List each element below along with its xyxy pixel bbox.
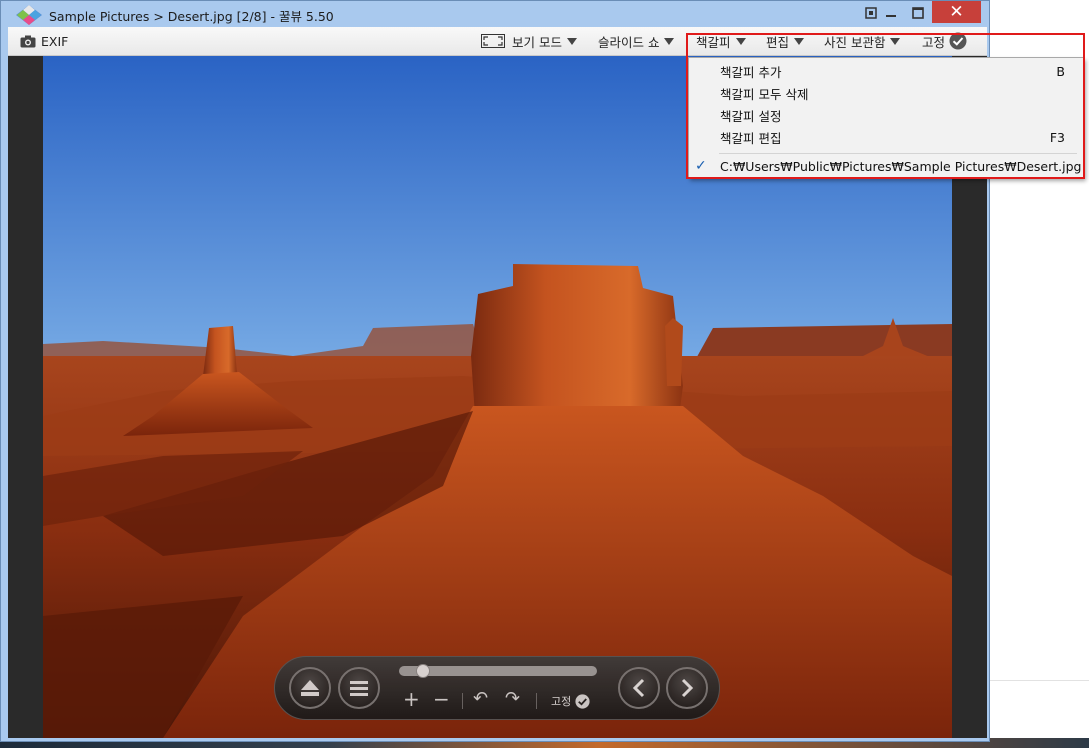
view-mode-menu[interactable]: 보기 모드: [481, 27, 577, 55]
chevron-down-icon: [566, 37, 577, 45]
eject-button[interactable]: [289, 667, 331, 709]
eject-icon: [301, 680, 319, 696]
control-pin-label: 고정: [551, 695, 572, 708]
control-divider: [536, 693, 537, 709]
control-pin-toggle[interactable]: 고정: [551, 693, 590, 709]
exif-label: EXIF: [41, 33, 69, 49]
check-circle-icon: [575, 693, 590, 709]
slideshow-label: 슬라이드 쇼: [598, 34, 660, 50]
pin-window-icon[interactable]: [861, 3, 881, 23]
camera-icon: [20, 35, 36, 47]
annotation-highlight-box: [686, 33, 1085, 179]
zoom-in-icon[interactable]: +: [403, 689, 420, 709]
hamburger-icon: [350, 681, 368, 696]
maximize-button[interactable]: [908, 3, 928, 23]
view-mode-label: 보기 모드: [512, 34, 562, 50]
minimize-button[interactable]: [881, 3, 901, 23]
previous-image-button[interactable]: [618, 667, 660, 709]
playback-control-bar: + − ↶ ↷ 고정: [274, 656, 720, 720]
chevron-left-icon: [632, 678, 645, 698]
fullscreen-icon: [481, 34, 505, 48]
zoom-out-icon[interactable]: −: [433, 689, 450, 709]
slideshow-menu[interactable]: 슬라이드 쇼: [598, 27, 675, 55]
menu-button[interactable]: [338, 667, 380, 709]
next-image-button[interactable]: [666, 667, 708, 709]
app-logo-icon: [16, 5, 42, 25]
title-bar[interactable]: Sample Pictures > Desert.jpg [2/8] - 꿀뷰 …: [1, 1, 989, 27]
close-button[interactable]: ✕: [932, 1, 981, 23]
window-title: Sample Pictures > Desert.jpg [2/8] - 꿀뷰 …: [49, 9, 334, 24]
exif-button[interactable]: EXIF: [20, 27, 68, 55]
chevron-down-icon: [664, 37, 675, 45]
rotate-right-icon[interactable]: ↷: [505, 689, 520, 709]
desktop-divider: [990, 680, 1089, 681]
slideshow-progress-knob[interactable]: [415, 664, 430, 678]
rotate-left-icon[interactable]: ↶: [473, 689, 488, 709]
chevron-right-icon: [681, 678, 694, 698]
control-divider: [462, 693, 463, 709]
close-icon: ✕: [949, 1, 964, 22]
